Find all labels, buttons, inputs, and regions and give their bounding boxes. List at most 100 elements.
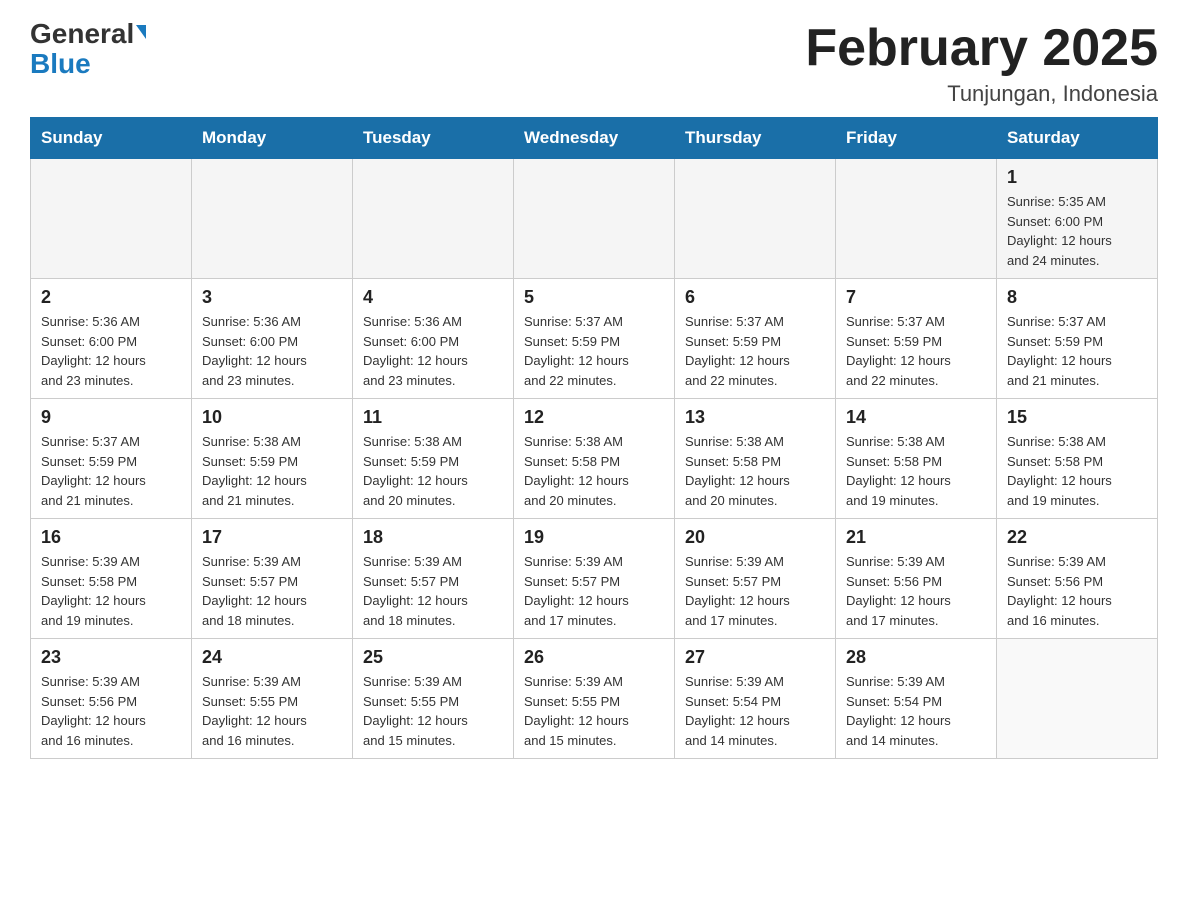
calendar-cell bbox=[675, 159, 836, 279]
day-number: 6 bbox=[685, 287, 825, 308]
calendar-cell: 11 Sunrise: 5:38 AM Sunset: 5:59 PM Dayli… bbox=[353, 399, 514, 519]
day-of-week-thursday: Thursday bbox=[675, 118, 836, 159]
day-number: 13 bbox=[685, 407, 825, 428]
day-info: Sunrise: 5:39 AM Sunset: 5:57 PM Dayligh… bbox=[202, 552, 342, 630]
calendar-header: SundayMondayTuesdayWednesdayThursdayFrid… bbox=[31, 118, 1158, 159]
week-row-2: 2Sunrise: 5:36 AM Sunset: 6:00 PM Daylig… bbox=[31, 279, 1158, 399]
day-of-week-monday: Monday bbox=[192, 118, 353, 159]
day-number: 25 bbox=[363, 647, 503, 668]
day-info: Sunrise: 5:36 AM Sunset: 6:00 PM Dayligh… bbox=[363, 312, 503, 390]
day-number: 24 bbox=[202, 647, 342, 668]
day-number: 17 bbox=[202, 527, 342, 548]
day-number: 11 bbox=[363, 407, 503, 428]
day-number: 9 bbox=[41, 407, 181, 428]
calendar-cell bbox=[514, 159, 675, 279]
calendar-cell: 2Sunrise: 5:36 AM Sunset: 6:00 PM Daylig… bbox=[31, 279, 192, 399]
day-info: Sunrise: 5:38 AM Sunset: 5:58 PM Dayligh… bbox=[524, 432, 664, 510]
week-row-1: 1 Sunrise: 5:35 AM Sunset: 6:00 PM Daylig… bbox=[31, 159, 1158, 279]
calendar-cell bbox=[192, 159, 353, 279]
day-info: Sunrise: 5:38 AM Sunset: 5:59 PM Dayligh… bbox=[202, 432, 342, 510]
day-number: 10 bbox=[202, 407, 342, 428]
day-info: Sunrise: 5:37 AM Sunset: 5:59 PM Dayligh… bbox=[41, 432, 181, 510]
day-number: 12 bbox=[524, 407, 664, 428]
day-info: Sunrise: 5:39 AM Sunset: 5:56 PM Dayligh… bbox=[846, 552, 986, 630]
calendar-cell: 26 Sunrise: 5:39 AM Sunset: 5:55 PM Dayli… bbox=[514, 639, 675, 759]
day-number: 21 bbox=[846, 527, 986, 548]
calendar-cell: 23 Sunrise: 5:39 AM Sunset: 5:56 PM Dayli… bbox=[31, 639, 192, 759]
logo: General Blue bbox=[30, 20, 146, 78]
day-info: Sunrise: 5:37 AM Sunset: 5:59 PM Dayligh… bbox=[524, 312, 664, 390]
logo-blue: Blue bbox=[30, 50, 91, 78]
calendar-cell: 12 Sunrise: 5:38 AM Sunset: 5:58 PM Dayli… bbox=[514, 399, 675, 519]
day-info: Sunrise: 5:39 AM Sunset: 5:57 PM Dayligh… bbox=[363, 552, 503, 630]
day-info: Sunrise: 5:36 AM Sunset: 6:00 PM Dayligh… bbox=[202, 312, 342, 390]
day-of-week-saturday: Saturday bbox=[997, 118, 1158, 159]
calendar-cell: 20Sunrise: 5:39 AM Sunset: 5:57 PM Dayli… bbox=[675, 519, 836, 639]
calendar-cell: 16 Sunrise: 5:39 AM Sunset: 5:58 PM Dayli… bbox=[31, 519, 192, 639]
day-info: Sunrise: 5:39 AM Sunset: 5:56 PM Dayligh… bbox=[41, 672, 181, 750]
day-info: Sunrise: 5:39 AM Sunset: 5:55 PM Dayligh… bbox=[524, 672, 664, 750]
day-of-week-friday: Friday bbox=[836, 118, 997, 159]
day-info: Sunrise: 5:39 AM Sunset: 5:54 PM Dayligh… bbox=[685, 672, 825, 750]
calendar-cell bbox=[836, 159, 997, 279]
calendar-cell: 19 Sunrise: 5:39 AM Sunset: 5:57 PM Dayli… bbox=[514, 519, 675, 639]
day-number: 28 bbox=[846, 647, 986, 668]
calendar-title-block: February 2025 Tunjungan, Indonesia bbox=[805, 20, 1158, 107]
day-number: 19 bbox=[524, 527, 664, 548]
day-info: Sunrise: 5:39 AM Sunset: 5:54 PM Dayligh… bbox=[846, 672, 986, 750]
day-info: Sunrise: 5:39 AM Sunset: 5:58 PM Dayligh… bbox=[41, 552, 181, 630]
logo-general: General bbox=[30, 20, 146, 48]
calendar-cell: 17 Sunrise: 5:39 AM Sunset: 5:57 PM Dayli… bbox=[192, 519, 353, 639]
day-number: 26 bbox=[524, 647, 664, 668]
calendar-cell: 9 Sunrise: 5:37 AM Sunset: 5:59 PM Daylig… bbox=[31, 399, 192, 519]
calendar-cell bbox=[997, 639, 1158, 759]
day-info: Sunrise: 5:39 AM Sunset: 5:56 PM Dayligh… bbox=[1007, 552, 1147, 630]
day-number: 1 bbox=[1007, 167, 1147, 188]
day-number: 4 bbox=[363, 287, 503, 308]
day-info: Sunrise: 5:39 AM Sunset: 5:57 PM Dayligh… bbox=[524, 552, 664, 630]
day-number: 7 bbox=[846, 287, 986, 308]
week-row-4: 16 Sunrise: 5:39 AM Sunset: 5:58 PM Dayli… bbox=[31, 519, 1158, 639]
day-number: 8 bbox=[1007, 287, 1147, 308]
day-number: 23 bbox=[41, 647, 181, 668]
calendar-cell: 5 Sunrise: 5:37 AM Sunset: 5:59 PM Daylig… bbox=[514, 279, 675, 399]
day-number: 16 bbox=[41, 527, 181, 548]
calendar-cell: 25Sunrise: 5:39 AM Sunset: 5:55 PM Dayli… bbox=[353, 639, 514, 759]
day-info: Sunrise: 5:36 AM Sunset: 6:00 PM Dayligh… bbox=[41, 312, 181, 390]
day-info: Sunrise: 5:37 AM Sunset: 5:59 PM Dayligh… bbox=[846, 312, 986, 390]
calendar-cell: 21 Sunrise: 5:39 AM Sunset: 5:56 PM Dayli… bbox=[836, 519, 997, 639]
days-of-week-row: SundayMondayTuesdayWednesdayThursdayFrid… bbox=[31, 118, 1158, 159]
day-number: 14 bbox=[846, 407, 986, 428]
day-number: 5 bbox=[524, 287, 664, 308]
day-info: Sunrise: 5:37 AM Sunset: 5:59 PM Dayligh… bbox=[1007, 312, 1147, 390]
day-info: Sunrise: 5:38 AM Sunset: 5:58 PM Dayligh… bbox=[846, 432, 986, 510]
day-number: 22 bbox=[1007, 527, 1147, 548]
calendar-cell: 14 Sunrise: 5:38 AM Sunset: 5:58 PM Dayli… bbox=[836, 399, 997, 519]
day-number: 18 bbox=[363, 527, 503, 548]
week-row-5: 23 Sunrise: 5:39 AM Sunset: 5:56 PM Dayli… bbox=[31, 639, 1158, 759]
calendar-cell: 18 Sunrise: 5:39 AM Sunset: 5:57 PM Dayli… bbox=[353, 519, 514, 639]
calendar-cell: 27 Sunrise: 5:39 AM Sunset: 5:54 PM Dayli… bbox=[675, 639, 836, 759]
day-info: Sunrise: 5:38 AM Sunset: 5:59 PM Dayligh… bbox=[363, 432, 503, 510]
day-number: 15 bbox=[1007, 407, 1147, 428]
day-info: Sunrise: 5:38 AM Sunset: 5:58 PM Dayligh… bbox=[1007, 432, 1147, 510]
calendar-cell: 7 Sunrise: 5:37 AM Sunset: 5:59 PM Daylig… bbox=[836, 279, 997, 399]
calendar-cell: 24 Sunrise: 5:39 AM Sunset: 5:55 PM Dayli… bbox=[192, 639, 353, 759]
day-number: 27 bbox=[685, 647, 825, 668]
calendar-cell: 10 Sunrise: 5:38 AM Sunset: 5:59 PM Dayli… bbox=[192, 399, 353, 519]
day-info: Sunrise: 5:35 AM Sunset: 6:00 PM Dayligh… bbox=[1007, 192, 1147, 270]
day-info: Sunrise: 5:39 AM Sunset: 5:55 PM Dayligh… bbox=[202, 672, 342, 750]
page-header: General Blue February 2025 Tunjungan, In… bbox=[30, 20, 1158, 107]
calendar-month-year: February 2025 bbox=[805, 20, 1158, 77]
calendar-cell bbox=[353, 159, 514, 279]
day-of-week-wednesday: Wednesday bbox=[514, 118, 675, 159]
calendar-cell bbox=[31, 159, 192, 279]
day-number: 3 bbox=[202, 287, 342, 308]
calendar-cell: 15 Sunrise: 5:38 AM Sunset: 5:58 PM Dayli… bbox=[997, 399, 1158, 519]
calendar-cell: 28 Sunrise: 5:39 AM Sunset: 5:54 PM Dayli… bbox=[836, 639, 997, 759]
day-info: Sunrise: 5:38 AM Sunset: 5:58 PM Dayligh… bbox=[685, 432, 825, 510]
calendar-table: SundayMondayTuesdayWednesdayThursdayFrid… bbox=[30, 117, 1158, 759]
calendar-cell: 22 Sunrise: 5:39 AM Sunset: 5:56 PM Dayli… bbox=[997, 519, 1158, 639]
calendar-cell: 1 Sunrise: 5:35 AM Sunset: 6:00 PM Daylig… bbox=[997, 159, 1158, 279]
logo-triangle-icon bbox=[136, 25, 146, 39]
